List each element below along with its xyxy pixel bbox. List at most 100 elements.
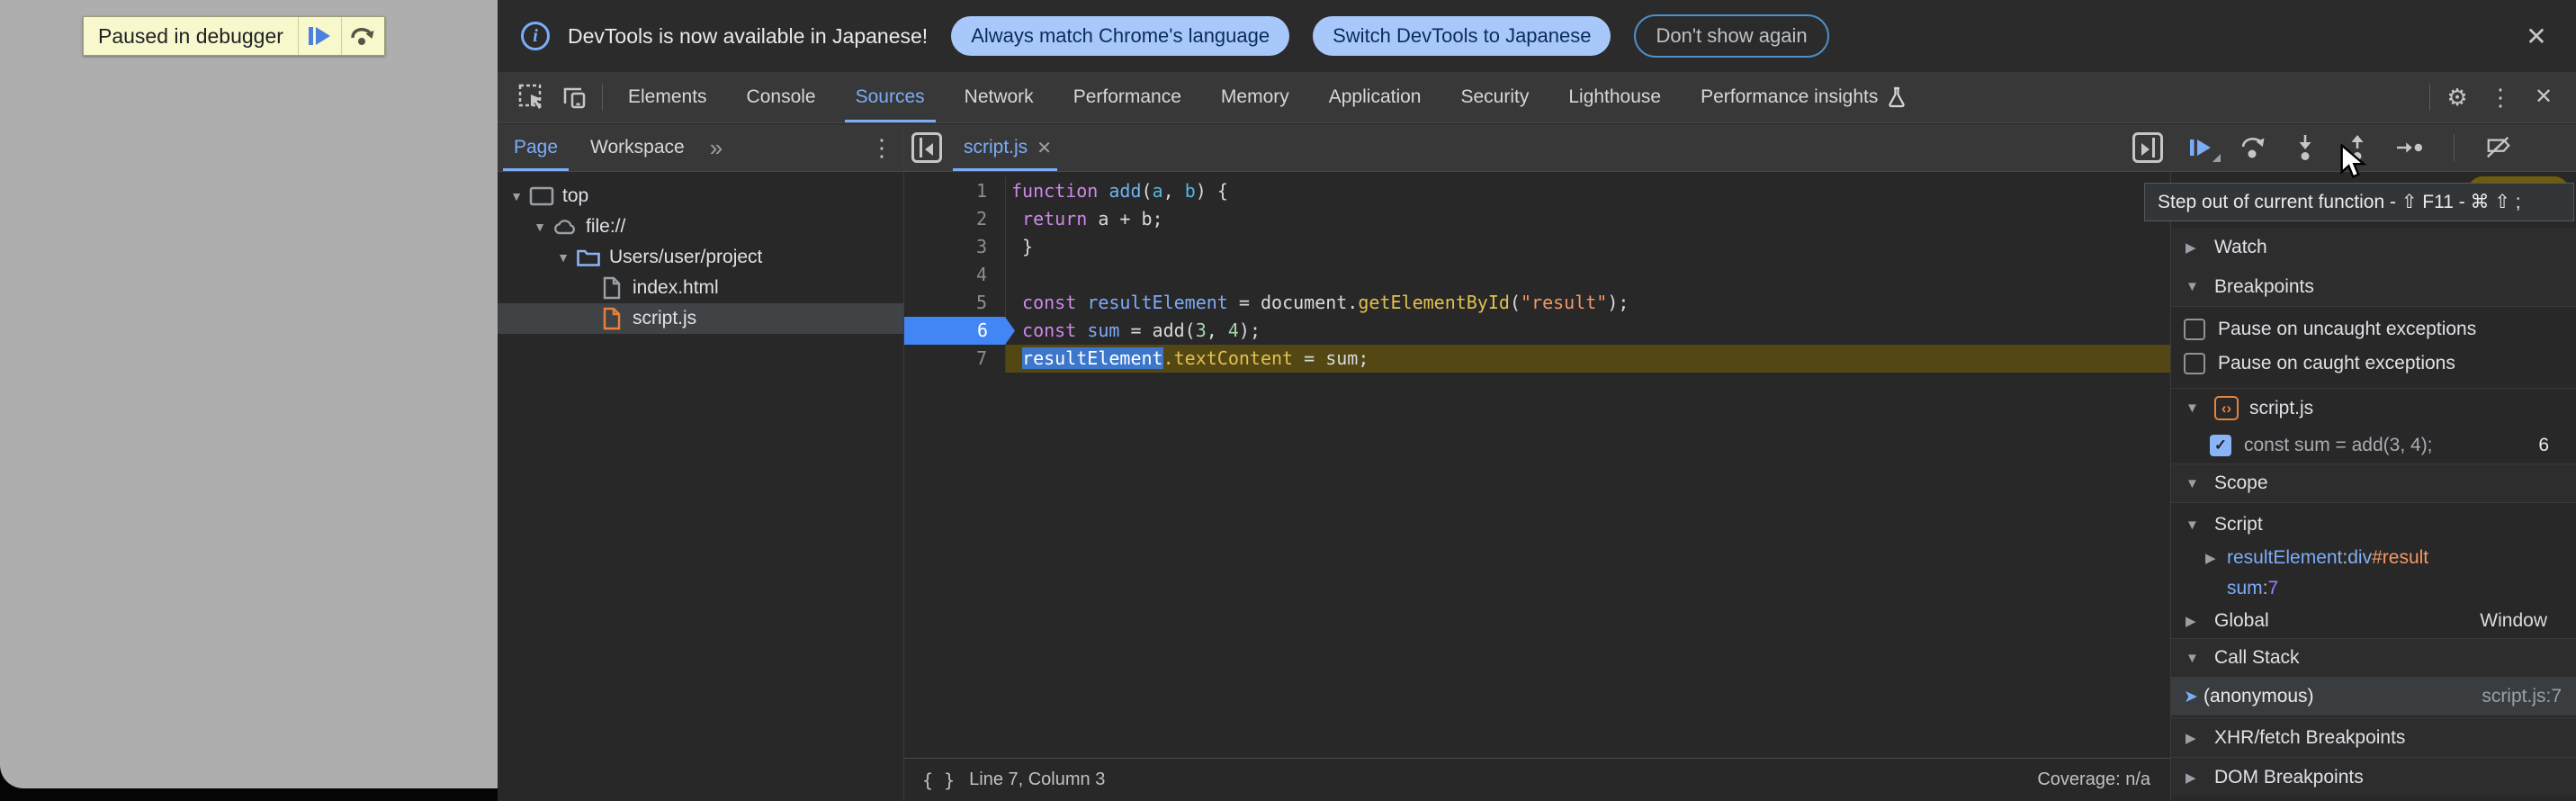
step-into-icon	[2295, 134, 2315, 161]
info-icon: i	[521, 22, 550, 50]
file-js-icon	[598, 307, 625, 330]
more-tabs-chevron-icon[interactable]: »	[701, 134, 732, 162]
tab-sources[interactable]: Sources	[836, 72, 945, 122]
tab-security[interactable]: Security	[1441, 72, 1548, 122]
line-number[interactable]: 7	[904, 345, 1006, 373]
tab-network[interactable]: Network	[945, 72, 1054, 122]
line-number[interactable]: 2	[904, 205, 1006, 233]
expander-icon[interactable]: ▼	[528, 220, 552, 234]
cursor-position: Line 7, Column 3	[969, 770, 1105, 790]
tree-item-project-folder[interactable]: ▼ Users/user/project	[498, 242, 903, 273]
settings-gear-icon[interactable]: ⚙	[2436, 77, 2479, 117]
toolbar-right-cluster: ⚙ ⋮ ✕	[2424, 77, 2565, 117]
expander-icon: ▶	[2186, 613, 2204, 629]
switch-to-japanese-button[interactable]: Switch DevTools to Japanese	[1313, 16, 1611, 56]
tree-item-top[interactable]: ▼ top	[498, 181, 903, 212]
code-editor: script.js ✕ 1 function add(a, b) { 2 ret…	[904, 124, 2170, 801]
step-over-button[interactable]	[2239, 134, 2266, 161]
expander-icon: ▶	[2186, 770, 2204, 786]
more-options-kebab-icon[interactable]: ⋮	[2479, 77, 2522, 117]
tab-console[interactable]: Console	[727, 72, 836, 122]
dropdown-corner-icon	[2212, 154, 2221, 163]
current-frame-arrow-icon: ➤	[2178, 687, 2204, 707]
line-number[interactable]: 4	[904, 261, 1006, 289]
pause-on-uncaught-checkbox[interactable]	[2184, 319, 2205, 340]
dont-show-again-button[interactable]: Don't show again	[1634, 14, 1828, 58]
step-icon	[2396, 140, 2423, 155]
line-number[interactable]: 5	[904, 289, 1006, 317]
section-breakpoints[interactable]: ▼ Breakpoints	[2171, 267, 2576, 307]
breakpoint-tag[interactable]: 6	[904, 317, 1015, 345]
breakpoint-line-marker[interactable]: 6	[904, 317, 1006, 345]
device-toolbar-icon	[561, 84, 588, 111]
expander-icon[interactable]: ▼	[552, 250, 575, 265]
resume-script-button[interactable]	[298, 17, 341, 55]
navigator-tab-workspace[interactable]: Workspace	[574, 124, 701, 171]
scope-script-group[interactable]: ▼ Script	[2171, 507, 2576, 543]
expander-icon: ▼	[2186, 476, 2204, 491]
pretty-print-icon[interactable]: { }	[922, 770, 955, 791]
toggle-device-toolbar-button[interactable]	[553, 77, 597, 117]
code-area[interactable]: 1 function add(a, b) { 2 return a + b; 3…	[904, 172, 2170, 758]
section-xhr-breakpoints[interactable]: ▶ XHR/fetch Breakpoints	[2171, 717, 2576, 757]
resume-script-execution-button[interactable]	[2187, 134, 2214, 161]
scope-var-sum[interactable]: sum : 7	[2171, 573, 2576, 604]
resume-icon	[308, 25, 331, 47]
expander-icon: ▼	[2186, 400, 2204, 416]
breakpoint-group-script-js[interactable]: ▼ ‹› script.js	[2171, 388, 2576, 428]
code-line-3: 3 }	[904, 233, 2170, 261]
section-call-stack[interactable]: ▼ Call Stack	[2171, 638, 2576, 678]
infobar-close-icon[interactable]: ✕	[2520, 20, 2553, 52]
step-button[interactable]	[2396, 134, 2423, 161]
navigator-tab-page[interactable]: Page	[498, 124, 574, 171]
expander-icon[interactable]: ▼	[505, 189, 528, 203]
tab-lighthouse[interactable]: Lighthouse	[1548, 72, 1681, 122]
code-line-6: 6 const sum = add(3, 4);	[904, 317, 2170, 345]
scope-global-group[interactable]: ▶ Global Window	[2171, 604, 2576, 638]
code-line-4: 4	[904, 261, 2170, 289]
tab-elements[interactable]: Elements	[608, 72, 727, 122]
toggle-navigator-panel-icon[interactable]	[911, 132, 942, 163]
pause-on-uncaught-row: Pause on uncaught exceptions	[2171, 312, 2576, 346]
expander-icon: ▶	[2186, 239, 2204, 256]
deactivate-breakpoints-icon	[2485, 136, 2512, 159]
section-dom-breakpoints[interactable]: ▶ DOM Breakpoints	[2171, 757, 2576, 796]
close-tab-icon[interactable]: ✕	[1037, 137, 1052, 159]
section-scope[interactable]: ▼ Scope	[2171, 464, 2576, 503]
breakpoint-enabled-checkbox[interactable]: ✓	[2210, 435, 2231, 456]
expander-icon: ▼	[2186, 651, 2204, 666]
toggle-debugger-panel-icon[interactable]	[2132, 132, 2163, 163]
code-line-1: 1 function add(a, b) {	[904, 177, 2170, 205]
tree-item-index-html[interactable]: index.html	[498, 273, 903, 303]
tree-item-script-js[interactable]: script.js	[498, 303, 903, 334]
code-line-2: 2 return a + b;	[904, 205, 2170, 233]
tab-performance-insights[interactable]: Performance insights	[1681, 72, 1926, 122]
frame-location: script.js:7	[2482, 686, 2576, 707]
expander-icon: ▶	[2205, 550, 2227, 566]
scope-var-resultelement[interactable]: ▶ resultElement : div #result	[2171, 543, 2576, 573]
step-over-icon	[350, 25, 375, 47]
experiment-flask-icon	[1887, 86, 1907, 108]
debugger-controls	[2171, 124, 2576, 172]
pause-on-caught-checkbox[interactable]	[2184, 353, 2205, 374]
navigator-kebab-icon[interactable]: ⋮	[860, 128, 903, 167]
deactivate-breakpoints-button[interactable]	[2485, 134, 2512, 161]
inspect-element-button[interactable]	[510, 77, 553, 117]
call-stack-frame[interactable]: ➤ (anonymous) script.js:7	[2171, 678, 2576, 716]
tab-application[interactable]: Application	[1309, 72, 1441, 122]
close-devtools-icon[interactable]: ✕	[2522, 77, 2565, 117]
editor-tab-script-js[interactable]: script.js ✕	[949, 124, 1066, 171]
step-into-button[interactable]	[2292, 134, 2319, 161]
tab-performance[interactable]: Performance	[1054, 72, 1201, 122]
always-match-language-button[interactable]: Always match Chrome's language	[951, 16, 1289, 56]
tab-memory[interactable]: Memory	[1201, 72, 1309, 122]
section-watch[interactable]: ▶ Watch	[2171, 228, 2576, 267]
inspect-icon	[518, 84, 545, 111]
editor-status-bar: { } Line 7, Column 3 Coverage: n/a	[904, 758, 2170, 801]
step-over-button[interactable]	[341, 17, 384, 55]
line-number[interactable]: 3	[904, 233, 1006, 261]
debugger-sections: ▶ Watch ▼ Breakpoints Pause on uncaught …	[2171, 172, 2576, 796]
breakpoint-entry[interactable]: ✓ const sum = add(3, 4); 6	[2171, 428, 2576, 464]
line-number[interactable]: 1	[904, 177, 1006, 205]
tree-item-file-protocol[interactable]: ▼ file://	[498, 212, 903, 242]
